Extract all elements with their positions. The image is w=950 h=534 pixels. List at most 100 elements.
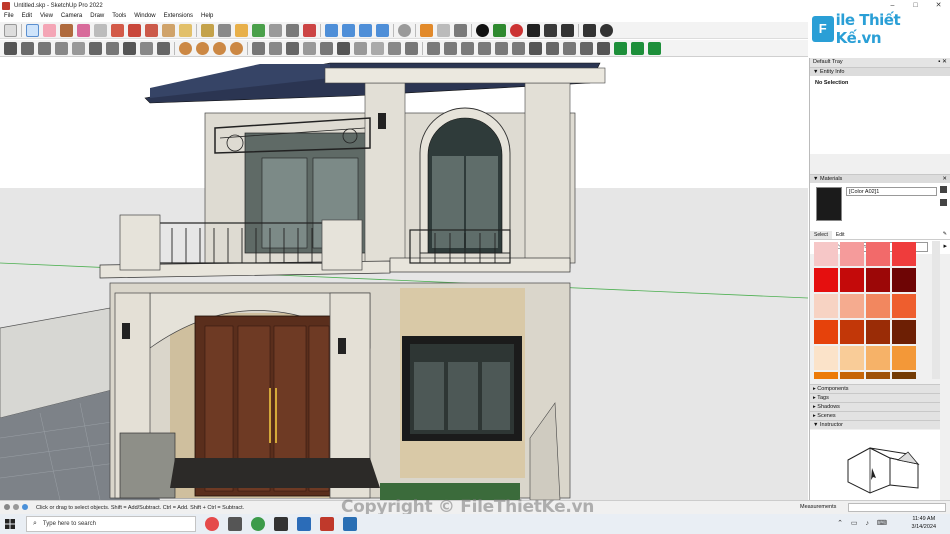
measurements-input[interactable] (848, 503, 946, 512)
minimize-button[interactable]: – (881, 0, 904, 11)
shaded-textures-icon[interactable] (388, 41, 401, 55)
section-plane-icon[interactable] (252, 41, 265, 55)
create-material-icon[interactable] (940, 199, 947, 206)
menu-file[interactable]: File (0, 13, 18, 19)
color-swatch[interactable] (814, 346, 838, 370)
shaded-icon[interactable] (371, 41, 384, 55)
scale-tool-icon[interactable] (162, 23, 175, 37)
push-pull-icon[interactable] (111, 23, 124, 37)
chrome-app-icon[interactable] (251, 517, 265, 531)
back-view-icon[interactable] (495, 41, 508, 55)
follow-me-icon[interactable] (55, 41, 68, 55)
panel-instructor[interactable]: ▼ Instructor (810, 420, 940, 429)
add-location-icon[interactable] (476, 23, 489, 37)
message-icon[interactable] (583, 23, 596, 37)
credits-icon[interactable] (13, 504, 19, 510)
xray-icon[interactable] (303, 41, 316, 55)
back-edges-icon[interactable] (320, 41, 333, 55)
tray-close-icon[interactable]: ▪ ✕ (938, 58, 947, 67)
eyedropper-icon[interactable]: ✎ (943, 231, 947, 239)
color-swatch[interactable] (892, 268, 916, 292)
user-account-icon[interactable] (398, 23, 411, 37)
tape-measure-icon[interactable] (201, 23, 214, 37)
warehouse-icon[interactable] (325, 23, 338, 37)
reload-icon[interactable] (437, 23, 450, 37)
color-swatch[interactable] (866, 346, 890, 370)
axes-icon[interactable] (563, 41, 576, 55)
front-view-icon[interactable] (461, 41, 474, 55)
curve-tool-icon[interactable] (38, 41, 51, 55)
panel-scenes[interactable]: ▸ Scenes (810, 411, 940, 420)
left-view-icon[interactable] (512, 41, 525, 55)
color-swatch[interactable] (892, 320, 916, 344)
arc-tool-icon[interactable] (77, 23, 90, 37)
color-swatch[interactable] (866, 320, 890, 344)
tab-edit[interactable]: Edit (832, 231, 849, 239)
info-icon[interactable] (600, 23, 613, 37)
tab-select[interactable]: Select (810, 231, 832, 239)
trimble-connect-icon[interactable] (376, 23, 389, 37)
pencil-tool-icon[interactable] (60, 23, 73, 37)
settings-app-icon[interactable] (228, 517, 242, 531)
color-swatch[interactable] (892, 346, 916, 370)
eraser-tool-icon[interactable] (43, 23, 56, 37)
sandbox-icon[interactable] (89, 41, 102, 55)
guides-icon[interactable] (580, 41, 593, 55)
layout-icon[interactable] (359, 23, 372, 37)
photo-texture-icon[interactable] (527, 23, 540, 37)
panel-materials-header[interactable]: ▼ Materials ✕ (810, 174, 950, 183)
shapes-tool-icon[interactable] (94, 23, 107, 37)
panel-close-icon[interactable]: ✕ (942, 175, 947, 183)
upload-icon[interactable] (544, 23, 557, 37)
color-swatch[interactable] (892, 242, 916, 266)
stamp-icon[interactable] (123, 41, 136, 55)
menu-view[interactable]: View (36, 13, 57, 19)
color-swatch[interactable] (814, 320, 838, 344)
monochrome-icon[interactable] (405, 41, 418, 55)
color-swatch[interactable] (814, 268, 838, 292)
offset-tool-icon[interactable] (179, 23, 192, 37)
green-export-icon[interactable] (631, 41, 644, 55)
green-render-icon[interactable] (648, 41, 661, 55)
extension-warehouse-icon[interactable] (342, 23, 355, 37)
file-explorer-icon[interactable] (297, 517, 311, 531)
terrain-icon[interactable] (493, 23, 506, 37)
windows-start-icon[interactable] (0, 514, 20, 534)
color-swatch[interactable] (840, 346, 864, 370)
color-swatch[interactable] (840, 320, 864, 344)
search-icon[interactable] (4, 23, 17, 37)
iso-view-icon[interactable] (427, 41, 440, 55)
solid-split-icon[interactable] (230, 41, 243, 55)
details-arrow-icon[interactable]: ▸ (943, 242, 947, 250)
orbit-tool-icon[interactable] (252, 23, 265, 37)
settings-icon[interactable] (4, 41, 17, 55)
lock-icon[interactable] (940, 186, 947, 193)
color-swatch[interactable] (814, 372, 838, 379)
panel-components[interactable]: ▸ Components (810, 384, 940, 393)
panel-shadows[interactable]: ▸ Shadows (810, 402, 940, 411)
color-swatch[interactable] (840, 268, 864, 292)
drape-icon[interactable] (140, 41, 153, 55)
hidden-line-icon[interactable] (354, 41, 367, 55)
color-swatch[interactable] (892, 372, 916, 379)
system-tray-icons[interactable]: ⌃ ▭ ♪ ⌨ (837, 519, 890, 527)
model-viewport[interactable] (0, 58, 808, 500)
rotate-tool-icon[interactable] (145, 23, 158, 37)
menu-help[interactable]: Help (197, 13, 217, 19)
section-cut-icon[interactable] (269, 41, 282, 55)
autocad-app-icon[interactable] (320, 517, 334, 531)
wireframe-icon[interactable] (337, 41, 350, 55)
menu-camera[interactable]: Camera (57, 13, 86, 19)
section-fill-icon[interactable] (286, 41, 299, 55)
taskbar-search-input[interactable]: ⌕ Type here to search (26, 516, 196, 532)
solid-trim-icon[interactable] (213, 41, 226, 55)
material-name-field[interactable]: [Color A02]1 (846, 187, 937, 196)
color-swatch[interactable] (814, 242, 838, 266)
select-tool-icon[interactable] (26, 23, 39, 37)
plugin-gray-icon[interactable] (454, 23, 467, 37)
paint-bucket-icon[interactable] (235, 23, 248, 37)
solid-union-icon[interactable] (179, 41, 192, 55)
pan-tool-icon[interactable] (269, 23, 282, 37)
color-swatch[interactable] (840, 372, 864, 379)
color-swatch[interactable] (866, 294, 890, 318)
